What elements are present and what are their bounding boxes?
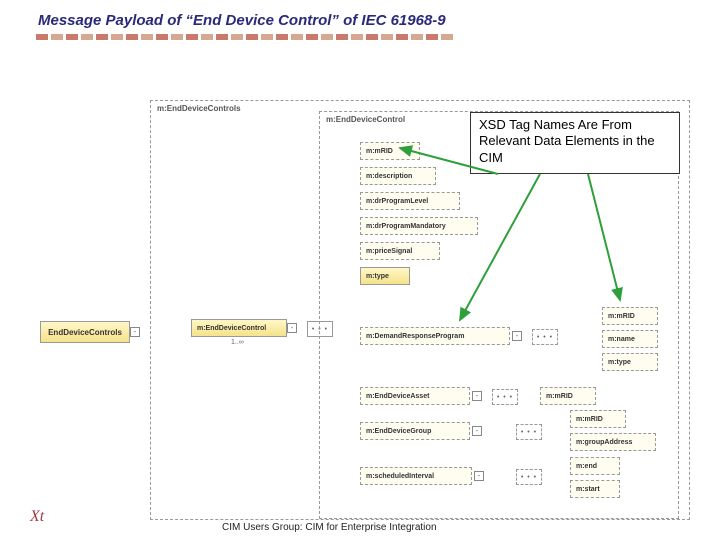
leaf-pricesignal: m:priceSignal bbox=[360, 242, 440, 260]
sequence-icon bbox=[492, 389, 518, 405]
expand-icon: - bbox=[474, 471, 484, 481]
sequence-icon bbox=[532, 329, 558, 345]
drp-type: m:type bbox=[602, 353, 658, 371]
sequence-icon bbox=[516, 424, 542, 440]
sched-node: m:scheduledInterval bbox=[360, 467, 472, 485]
leaf-drprogramlevel: m:drProgramLevel bbox=[360, 192, 460, 210]
page-title: Message Payload of “End Device Control” … bbox=[38, 12, 446, 29]
inner-label: m:EndDeviceControl bbox=[326, 115, 405, 124]
sched-end: m:end bbox=[570, 457, 620, 475]
expand-icon: - bbox=[512, 331, 522, 341]
footer-text: CIM Users Group: CIM for Enterprise Inte… bbox=[222, 522, 437, 533]
drp-mrid: m:mRID bbox=[602, 307, 658, 325]
root-node: EndDeviceControls bbox=[40, 321, 130, 343]
outer-label: m:EndDeviceControls bbox=[157, 104, 241, 113]
expand-icon: - bbox=[472, 426, 482, 436]
expand-icon: - bbox=[287, 323, 297, 333]
leaf-drprogrammandatory: m:drProgramMandatory bbox=[360, 217, 478, 235]
expand-icon: - bbox=[472, 391, 482, 401]
leaf-description: m:description bbox=[360, 167, 436, 185]
end-device-control-node: m:EndDeviceControl bbox=[191, 319, 287, 337]
leaf-mrid: m:mRID bbox=[360, 142, 420, 160]
sched-start: m:start bbox=[570, 480, 620, 498]
group-mrid: m:mRID bbox=[570, 410, 626, 428]
expand-icon: - bbox=[130, 327, 140, 337]
group-node: m:EndDeviceGroup bbox=[360, 422, 470, 440]
asset-node: m:EndDeviceAsset bbox=[360, 387, 470, 405]
sequence-icon bbox=[516, 469, 542, 485]
leaf-type: m:type bbox=[360, 267, 410, 285]
title-underline bbox=[36, 34, 486, 40]
drp-node: m:DemandResponseProgram bbox=[360, 327, 510, 345]
asset-mrid: m:mRID bbox=[540, 387, 596, 405]
logo: Xt bbox=[30, 508, 44, 526]
multiplicity: 1..∞ bbox=[231, 339, 244, 346]
group-address: m:groupAddress bbox=[570, 433, 656, 451]
drp-name: m:name bbox=[602, 330, 658, 348]
callout-box: XSD Tag Names Are From Relevant Data Ele… bbox=[470, 112, 680, 174]
